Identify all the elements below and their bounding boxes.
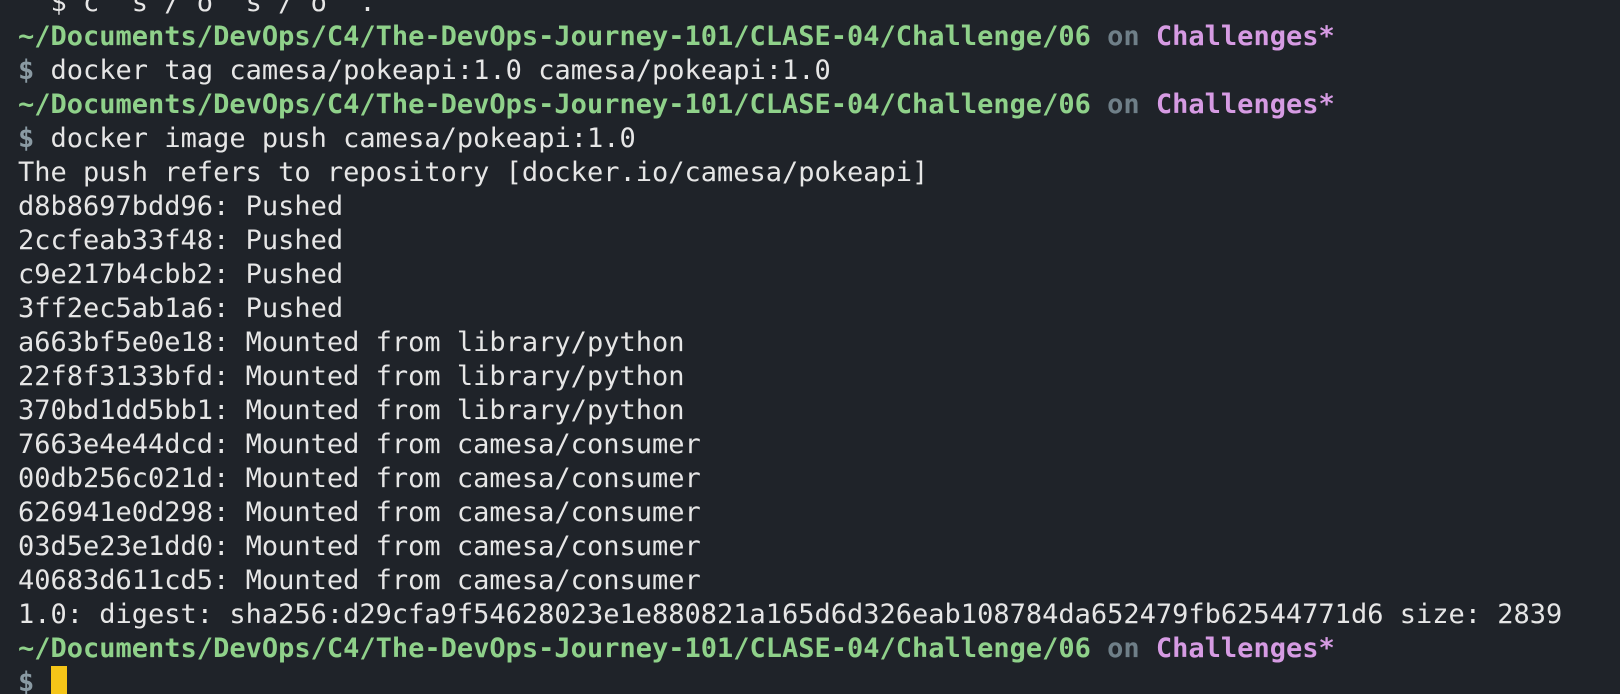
command-text: docker tag camesa/pokeapi:1.0 camesa/pok… bbox=[50, 55, 831, 86]
prompt-on: on bbox=[1107, 633, 1140, 664]
output-line: 3ff2ec5ab1a6: Pushed bbox=[18, 293, 344, 324]
output-line: 03d5e23e1dd0: Mounted from camesa/consum… bbox=[18, 531, 701, 562]
output-line: 626941e0d298: Mounted from camesa/consum… bbox=[18, 497, 701, 528]
digest-line: 1.0: digest: sha256:d29cfa9f54628023e1e8… bbox=[18, 599, 1563, 630]
active-command-line[interactable]: $ bbox=[18, 666, 1620, 694]
prompt-line: ~/Documents/DevOps/C4/The-DevOps-Journey… bbox=[18, 632, 1620, 666]
output-line: The push refers to repository [docker.io… bbox=[18, 157, 929, 188]
output-line: 22f8f3133bfd: Mounted from library/pytho… bbox=[18, 361, 685, 392]
command-line: $ docker image push camesa/pokeapi:1.0 bbox=[18, 122, 1620, 156]
terminal-output: $ c s / o s / o . ~/Documents/DevOps/C4/… bbox=[18, 0, 1620, 694]
output-line: 2ccfeab33f48: Pushed bbox=[18, 225, 344, 256]
text-cursor bbox=[50, 666, 67, 694]
prompt-path: ~/Documents/DevOps/C4/The-DevOps-Journey… bbox=[18, 89, 1091, 120]
prompt-line: ~/Documents/DevOps/C4/The-DevOps-Journey… bbox=[18, 88, 1620, 122]
prompt-symbol: $ bbox=[18, 123, 35, 154]
prompt-path: ~/Documents/DevOps/C4/The-DevOps-Journey… bbox=[18, 21, 1091, 52]
output-line: a663bf5e0e18: Mounted from library/pytho… bbox=[18, 327, 685, 358]
output-line: 00db256c021d: Mounted from camesa/consum… bbox=[18, 463, 701, 494]
prompt-on: on bbox=[1107, 21, 1140, 52]
prompt-on: on bbox=[1107, 89, 1140, 120]
prompt-branch: Challenges* bbox=[1155, 89, 1335, 120]
terminal-window[interactable]: $ c s / o s / o . ~/Documents/DevOps/C4/… bbox=[0, 0, 1620, 694]
output-line: d8b8697bdd96: Pushed bbox=[18, 191, 344, 222]
command-line: $ docker tag camesa/pokeapi:1.0 camesa/p… bbox=[18, 54, 1620, 88]
prompt-line: ~/Documents/DevOps/C4/The-DevOps-Journey… bbox=[18, 20, 1620, 54]
prompt-symbol: $ bbox=[18, 667, 35, 694]
output-line: 40683d611cd5: Mounted from camesa/consum… bbox=[18, 565, 701, 596]
prompt-path: ~/Documents/DevOps/C4/The-DevOps-Journey… bbox=[18, 633, 1091, 664]
prompt-branch: Challenges* bbox=[1155, 21, 1335, 52]
partial-scrolled-line: $ c s / o s / o . bbox=[18, 0, 376, 18]
command-text: docker image push camesa/pokeapi:1.0 bbox=[50, 123, 636, 154]
output-line: 370bd1dd5bb1: Mounted from library/pytho… bbox=[18, 395, 685, 426]
output-line: c9e217b4cbb2: Pushed bbox=[18, 259, 344, 290]
prompt-branch: Challenges* bbox=[1155, 633, 1335, 664]
prompt-symbol: $ bbox=[18, 55, 35, 86]
output-line: 7663e4e44dcd: Mounted from camesa/consum… bbox=[18, 429, 701, 460]
